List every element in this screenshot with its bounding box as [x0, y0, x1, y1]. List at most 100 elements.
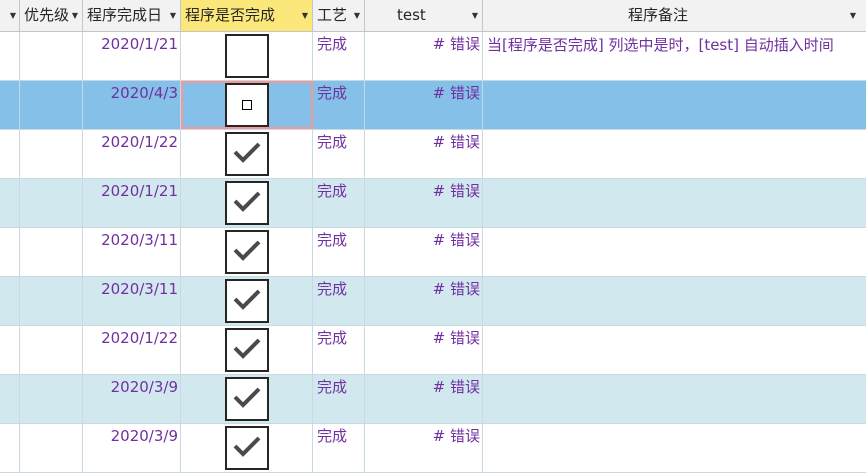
cell-note[interactable]: [483, 130, 866, 178]
cell-is-done[interactable]: [181, 179, 313, 227]
row-selector[interactable]: [0, 375, 20, 423]
cell-finish-date[interactable]: 2020/1/21: [83, 179, 181, 227]
column-header-priority[interactable]: 优先级 ▼: [20, 0, 83, 31]
done-checkbox[interactable]: [224, 377, 269, 421]
row-selector[interactable]: [0, 179, 20, 227]
cell-is-done[interactable]: [181, 326, 313, 374]
cell-finish-date[interactable]: 2020/3/11: [83, 228, 181, 276]
cell-priority[interactable]: [20, 179, 83, 227]
row-selector[interactable]: [0, 277, 20, 325]
row-selector[interactable]: [0, 130, 20, 178]
cell-priority[interactable]: [20, 326, 83, 374]
cell-note[interactable]: [483, 375, 866, 423]
dropdown-arrow-icon[interactable]: ▼: [472, 0, 478, 31]
cell-is-done[interactable]: [181, 277, 313, 325]
row-selector[interactable]: [0, 326, 20, 374]
done-checkbox[interactable]: [225, 83, 269, 127]
cell-test[interactable]: # 错误: [365, 179, 483, 227]
cell-priority[interactable]: [20, 228, 83, 276]
table-row[interactable]: 2020/3/9 完成 # 错误: [0, 424, 866, 473]
cell-test[interactable]: # 错误: [365, 130, 483, 178]
cell-is-done[interactable]: [181, 375, 313, 423]
cell-note[interactable]: [483, 81, 866, 129]
cell-process[interactable]: 完成: [313, 424, 365, 472]
cell-finish-date[interactable]: 2020/4/3: [83, 81, 181, 129]
dropdown-arrow-icon[interactable]: ▼: [170, 0, 176, 31]
cell-test[interactable]: # 错误: [365, 375, 483, 423]
table-row[interactable]: 2020/1/21 完成 # 错误 当[程序是否完成] 列选中是时，[test] 自动…: [0, 32, 866, 81]
dropdown-arrow-icon[interactable]: ▼: [354, 0, 360, 31]
done-checkbox[interactable]: [224, 279, 269, 323]
cell-test[interactable]: # 错误: [365, 32, 483, 80]
column-header-is-done[interactable]: 程序是否完成 ▼: [181, 0, 313, 31]
column-header-process[interactable]: 工艺 ▼: [313, 0, 365, 31]
column-header-label: 工艺: [317, 6, 348, 24]
done-checkbox[interactable]: [224, 181, 269, 225]
table-row[interactable]: 2020/3/11 完成 # 错误: [0, 228, 866, 277]
cell-finish-date[interactable]: 2020/3/9: [83, 375, 181, 423]
table-row[interactable]: 2020/1/22 完成 # 错误: [0, 130, 866, 179]
cell-priority[interactable]: [20, 277, 83, 325]
cell-process[interactable]: 完成: [313, 375, 365, 423]
table-row[interactable]: 2020/3/11 完成 # 错误: [0, 277, 866, 326]
cell-note[interactable]: [483, 326, 866, 374]
column-header-0[interactable]: ▼: [0, 0, 20, 31]
table-row[interactable]: 2020/3/9 完成 # 错误: [0, 375, 866, 424]
column-header-test[interactable]: test ▼: [365, 0, 483, 31]
table-row[interactable]: 2020/4/3 完成 # 错误: [0, 81, 866, 130]
cell-process[interactable]: 完成: [313, 228, 365, 276]
done-checkbox[interactable]: [224, 328, 269, 372]
table-row[interactable]: 2020/1/21 完成 # 错误: [0, 179, 866, 228]
cell-finish-date[interactable]: 2020/3/9: [83, 424, 181, 472]
done-checkbox[interactable]: [224, 426, 269, 470]
done-checkbox[interactable]: [224, 34, 269, 78]
cell-priority[interactable]: [20, 81, 83, 129]
cell-is-done[interactable]: [181, 130, 313, 178]
column-header-label: 程序完成日: [87, 6, 163, 24]
dropdown-arrow-icon[interactable]: ▼: [10, 0, 16, 31]
cell-is-done[interactable]: [181, 424, 313, 472]
cell-priority[interactable]: [20, 32, 83, 80]
column-header-note[interactable]: 程序备注 ▼: [483, 0, 866, 31]
cell-finish-date[interactable]: 2020/1/21: [83, 32, 181, 80]
dropdown-arrow-icon[interactable]: ▼: [72, 0, 78, 31]
cell-note[interactable]: [483, 277, 866, 325]
cell-finish-date[interactable]: 2020/3/11: [83, 277, 181, 325]
dropdown-arrow-icon[interactable]: ▼: [302, 0, 308, 31]
done-checkbox[interactable]: [224, 230, 269, 274]
table-row[interactable]: 2020/1/22 完成 # 错误: [0, 326, 866, 375]
row-selector[interactable]: [0, 81, 20, 129]
cell-note[interactable]: [483, 179, 866, 227]
column-header-bar: ▼ 优先级 ▼ 程序完成日 ▼ 程序是否完成 ▼ 工艺 ▼ test ▼ 程序备…: [0, 0, 866, 32]
cell-note[interactable]: 当[程序是否完成] 列选中是时，[test] 自动插入时间: [483, 32, 866, 80]
cell-note[interactable]: [483, 424, 866, 472]
dropdown-arrow-icon[interactable]: ▼: [850, 0, 856, 31]
row-selector[interactable]: [0, 32, 20, 80]
row-selector[interactable]: [0, 228, 20, 276]
cell-test[interactable]: # 错误: [365, 424, 483, 472]
cell-process[interactable]: 完成: [313, 179, 365, 227]
cell-process[interactable]: 完成: [313, 130, 365, 178]
cell-note[interactable]: [483, 228, 866, 276]
cell-process[interactable]: 完成: [313, 277, 365, 325]
row-selector[interactable]: [0, 424, 20, 472]
cell-is-done[interactable]: [181, 81, 313, 129]
cell-finish-date[interactable]: 2020/1/22: [83, 130, 181, 178]
cell-finish-date[interactable]: 2020/1/22: [83, 326, 181, 374]
cell-priority[interactable]: [20, 424, 83, 472]
done-checkbox[interactable]: [224, 132, 269, 176]
cell-test[interactable]: # 错误: [365, 326, 483, 374]
cell-test[interactable]: # 错误: [365, 277, 483, 325]
cell-test[interactable]: # 错误: [365, 228, 483, 276]
cell-process[interactable]: 完成: [313, 326, 365, 374]
column-header-finish-date[interactable]: 程序完成日 ▼: [83, 0, 181, 31]
cell-test[interactable]: # 错误: [365, 81, 483, 129]
checkmark-icon: [231, 430, 263, 466]
column-header-label: 程序是否完成: [185, 6, 276, 24]
cell-process[interactable]: 完成: [313, 81, 365, 129]
cell-is-done[interactable]: [181, 32, 313, 80]
cell-is-done[interactable]: [181, 228, 313, 276]
cell-process[interactable]: 完成: [313, 32, 365, 80]
cell-priority[interactable]: [20, 130, 83, 178]
cell-priority[interactable]: [20, 375, 83, 423]
